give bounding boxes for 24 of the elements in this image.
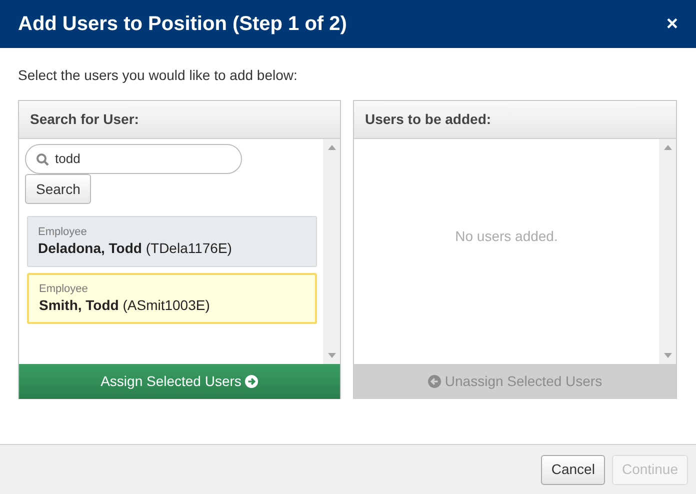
user-name: Deladona, Todd (TDela1176E) (38, 240, 233, 258)
scroll-down-icon[interactable] (328, 353, 336, 358)
cancel-button[interactable]: Cancel (541, 454, 605, 484)
assign-button[interactable]: Assign Selected Users (19, 364, 340, 399)
scrollbar[interactable] (659, 139, 676, 364)
panel-header: Search for User: (19, 101, 340, 139)
search-icon (36, 152, 49, 166)
scroll-up-icon[interactable] (328, 145, 336, 150)
scroll-down-icon[interactable] (664, 353, 672, 358)
scrollbar[interactable] (323, 139, 340, 364)
user-result[interactable]: Employee Deladona, Todd (TDela1176E) (27, 216, 317, 267)
panel-header: Users to be added: (354, 101, 676, 139)
arrow-right-circle-icon (245, 375, 258, 388)
search-button[interactable]: Search (25, 174, 92, 204)
empty-message: No users added. (455, 227, 558, 246)
dialog-title: Add Users to Position (Step 1 of 2) (18, 12, 347, 37)
user-name: Smith, Todd (ASmit1003E) (39, 296, 211, 314)
user-type: Employee (38, 226, 88, 240)
close-button[interactable]: × (666, 14, 678, 34)
user-result[interactable]: Employee Smith, Todd (ASmit1003E) (27, 273, 317, 324)
arrow-left-circle-icon (428, 375, 441, 388)
instructions: Select the users you would like to add below: (18, 66, 298, 85)
user-type: Employee (39, 282, 89, 297)
scroll-up-icon[interactable] (664, 145, 672, 150)
